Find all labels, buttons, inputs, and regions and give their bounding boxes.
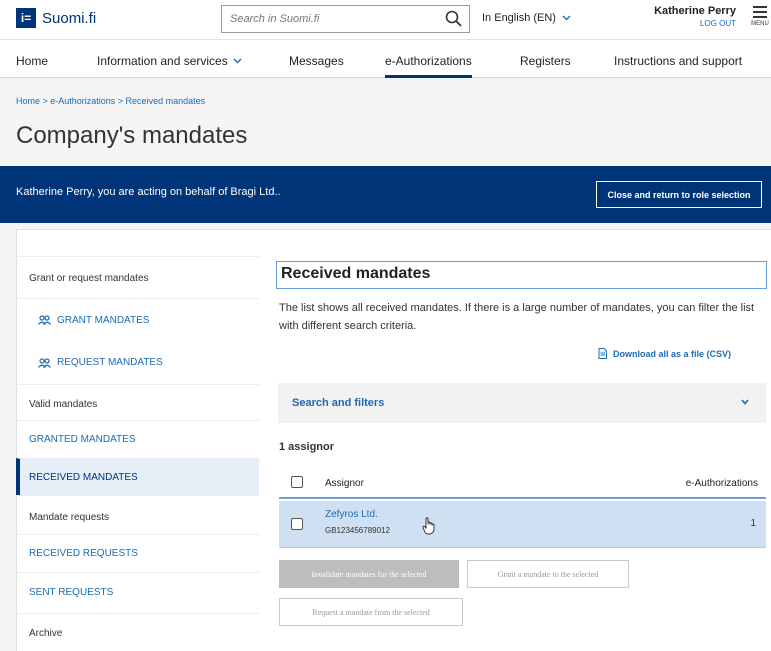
- sidebar-item-label: GRANT MANDATES: [57, 314, 150, 326]
- assignor-count: 1 assignor: [279, 441, 335, 453]
- row-checkbox[interactable]: [291, 518, 303, 530]
- filters-label: Search and filters: [292, 397, 385, 409]
- nav-information-services[interactable]: Information and services: [97, 54, 242, 68]
- sidebar-item-request-mandates[interactable]: REQUEST MANDATES: [16, 341, 259, 384]
- language-label: In English (EN): [482, 12, 556, 24]
- nav-home[interactable]: Home: [16, 54, 48, 68]
- nav-messages[interactable]: Messages: [289, 54, 344, 68]
- people-icon: [38, 357, 51, 368]
- chevron-down-icon: [741, 399, 749, 405]
- menu-button[interactable]: MENU: [750, 6, 770, 27]
- logo-text: Suomi.fi: [42, 9, 97, 27]
- assignor-name-link[interactable]: Zefyros Ltd.: [325, 509, 378, 520]
- csv-download-label: Download all as a file (CSV): [613, 348, 732, 359]
- nav-instructions-support[interactable]: Instructions and support: [614, 54, 742, 68]
- sidebar-heading-archive: Archive: [16, 613, 259, 651]
- main-nav: Home Information and services Messages e…: [0, 40, 771, 78]
- invalidate-mandates-button[interactable]: Invalidate mandates for the selected: [279, 560, 459, 588]
- logout-link[interactable]: LOG OUT: [640, 19, 736, 28]
- sidebar-heading-valid: Valid mandates: [16, 384, 259, 420]
- select-all-checkbox[interactable]: [291, 476, 303, 488]
- chevron-down-icon: [562, 15, 571, 21]
- sidebar-item-grant-mandates[interactable]: GRANT MANDATES: [16, 298, 259, 341]
- hand-cursor-icon: [422, 517, 435, 535]
- sidebar-item-sent-requests[interactable]: SENT REQUESTS: [16, 572, 259, 613]
- search-box: [221, 5, 470, 33]
- logo-mark: i=: [16, 8, 36, 28]
- request-mandate-button[interactable]: Request a mandate from the selected: [279, 598, 463, 626]
- sidebar-item-received-mandates[interactable]: RECEIVED MANDATES: [16, 458, 259, 495]
- sidebar-item-label: REQUEST MANDATES: [57, 357, 163, 368]
- grant-mandate-button[interactable]: Grant a mandate to the selected: [467, 560, 629, 588]
- nav-registers[interactable]: Registers: [520, 54, 571, 68]
- user-info: Katherine Perry LOG OUT: [640, 5, 736, 28]
- search-input[interactable]: [222, 6, 432, 32]
- csv-download-link[interactable]: Download all as a file (CSV): [598, 348, 731, 359]
- sidebar-heading-grant-request: Grant or request mandates: [16, 256, 259, 298]
- chevron-down-icon: [233, 58, 242, 64]
- assignor-business-id: GB123456789012: [325, 526, 390, 535]
- document-icon: [598, 348, 607, 359]
- section-title: Received mandates: [276, 261, 767, 289]
- suomifi-logo[interactable]: i= Suomi.fi: [16, 8, 96, 28]
- table-row[interactable]: Zefyros Ltd. GB123456789012 1: [279, 501, 766, 548]
- language-selector[interactable]: In English (EN): [482, 12, 571, 24]
- page-title: Company's mandates: [16, 122, 248, 149]
- search-icon[interactable]: [445, 10, 463, 28]
- nav-information-services-label: Information and services: [97, 54, 228, 68]
- sidebar-heading-requests: Mandate requests: [16, 495, 259, 534]
- menu-label: MENU: [751, 21, 769, 27]
- sidebar-item-received-requests[interactable]: RECEIVED REQUESTS: [16, 534, 259, 572]
- table-header: Assignor e-Authorizations: [279, 466, 766, 499]
- user-name: Katherine Perry: [654, 5, 736, 17]
- sidebar-item-granted-mandates[interactable]: GRANTED MANDATES: [16, 420, 259, 458]
- column-header-e-authorizations: e-Authorizations: [685, 478, 758, 489]
- section-description: The list shows all received mandates. If…: [279, 302, 755, 332]
- people-icon: [38, 315, 51, 325]
- nav-e-authorizations[interactable]: e-Authorizations: [385, 54, 472, 78]
- top-bar: i= Suomi.fi In English (EN) Katherine Pe…: [0, 0, 771, 40]
- close-return-role-button[interactable]: Close and return to role selection: [596, 181, 762, 208]
- e-authorizations-count: 1: [750, 518, 756, 529]
- hamburger-icon: [753, 6, 767, 18]
- column-header-assignor: Assignor: [325, 478, 364, 489]
- breadcrumb[interactable]: Home > e-Authorizations > Received manda…: [16, 96, 205, 106]
- acting-on-behalf-text: Katherine Perry, you are acting on behal…: [16, 186, 281, 198]
- search-filters-accordion[interactable]: Search and filters: [278, 383, 766, 423]
